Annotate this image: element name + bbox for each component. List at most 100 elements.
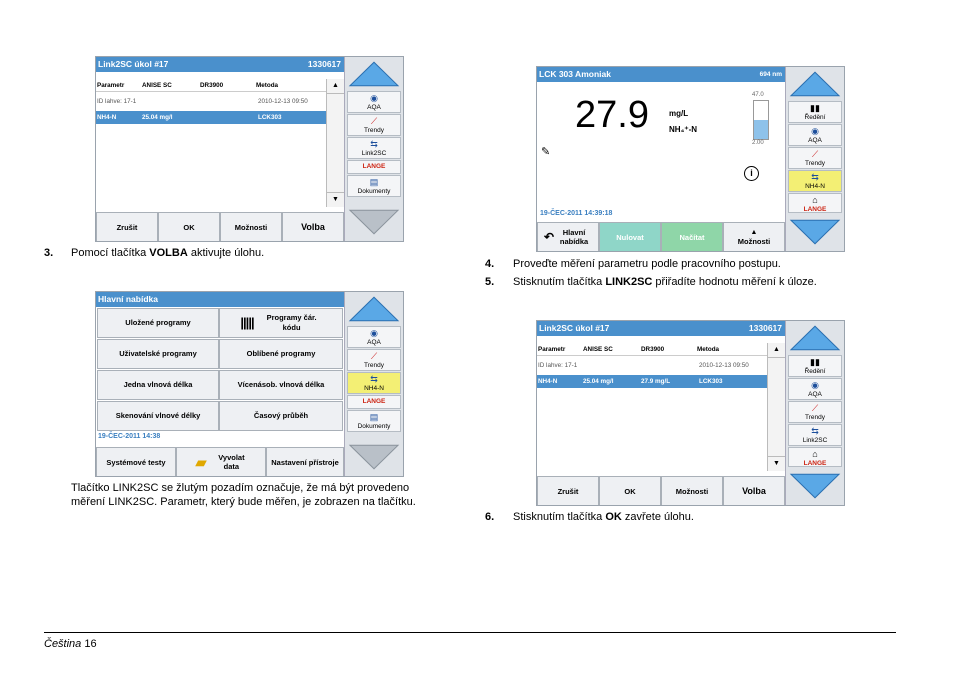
side-link2sc-button[interactable]: ⇆ NH4-N (347, 372, 401, 394)
nav-down-button[interactable] (347, 442, 401, 472)
ok-button[interactable]: OK (599, 476, 661, 505)
home-icon: ⌂ (812, 195, 818, 205)
level-fill (754, 120, 768, 139)
user-programs-button[interactable]: Uživatelské programy (97, 339, 219, 369)
arrow-up-icon (789, 325, 841, 351)
side-dilution-button[interactable]: ▮▮ Ředění (788, 355, 842, 377)
link-icon: ⇆ (370, 139, 378, 149)
arrow-down-icon (789, 473, 841, 499)
side-aqa-button[interactable]: ◉ AQA (788, 124, 842, 146)
side-link2sc-button[interactable]: ⇆ Link2SC (347, 137, 401, 159)
table-row-selected[interactable]: NH4-N 25.04 mg/l 27.9 mg/L LCK303 (537, 375, 767, 388)
favorite-programs-button[interactable]: Oblíbené programy (219, 339, 343, 369)
side-label: Dokumenty (357, 188, 391, 195)
nav-up-button[interactable] (788, 323, 842, 353)
nav-down-button[interactable] (347, 207, 401, 237)
back-arrow-icon: ↶ (543, 229, 555, 244)
side-aqa-button[interactable]: ◉ AQA (347, 326, 401, 348)
side-trends-button[interactable]: ⟋ Trendy (788, 401, 842, 423)
nav-up-button[interactable] (347, 294, 401, 324)
date-time: 19-ČEC-2011 14:39:18 (540, 210, 613, 217)
screen-title-bar: Link2SC úkol #17 1330617 (96, 57, 344, 72)
side-panel: ◉ AQA ⟋ Trendy ⇆ NH4-N LANGE ▤ Dokumenty (344, 292, 403, 476)
side-panel: ▮▮ Ředění ◉ AQA ⟋ Trendy ⇆ Link2SC ⌂ LANGE (785, 321, 844, 505)
options-button[interactable]: Možnosti (661, 476, 723, 505)
side-aqa-button[interactable]: ◉ AQA (347, 91, 401, 113)
col-header: Parametr (538, 346, 566, 353)
zero-button[interactable]: Nulovat (599, 222, 661, 251)
row-date: 2010-12-13 09:50 (258, 98, 308, 105)
side-label: Dokumenty (357, 423, 391, 430)
trend-chart-icon: ⟋ (370, 351, 378, 361)
side-label: Link2SC (361, 150, 387, 157)
select-button[interactable]: Volba (723, 476, 785, 505)
globe-icon: ◉ (811, 380, 819, 390)
options-button[interactable]: ▲ Možnosti (723, 222, 785, 251)
side-label: Trendy (364, 127, 384, 134)
side-link2sc-button[interactable]: ⇆ NH4-N (788, 170, 842, 192)
side-home-lange-button[interactable]: ⌂ LANGE (788, 447, 842, 467)
side-trends-button[interactable]: ⟋ Trendy (347, 349, 401, 371)
single-wavelength-button[interactable]: Jedna vlnová délka (97, 370, 219, 400)
side-link2sc-button[interactable]: ⇆ Link2SC (788, 424, 842, 446)
table-row[interactable]: ID lahve: 17-1 2010-12-13 09:50 (537, 359, 767, 372)
nav-down-button[interactable] (788, 471, 842, 501)
recall-data-button[interactable]: ▰ Vyvolat data (176, 447, 266, 476)
scroll-up-icon[interactable]: ▲ (768, 343, 785, 358)
nav-down-button[interactable] (788, 217, 842, 247)
side-lange-button[interactable]: LANGE (347, 395, 401, 409)
col-header: ANISE SC (142, 82, 172, 89)
screen-main-menu: Hlavní nabídka Uložené programy ||||| Pro… (95, 291, 404, 477)
step-number: 6. (485, 511, 495, 523)
scrollbar[interactable]: ▲ ▼ (767, 343, 785, 471)
barcode-icon: ||||| (240, 315, 254, 330)
col-header: Parametr (97, 82, 125, 89)
side-aqa-button[interactable]: ◉ AQA (788, 378, 842, 400)
step-text: Stisknutím tlačítka LINK2SC přiřadíte ho… (513, 276, 817, 288)
multi-wavelength-button[interactable]: Vícenásob. vlnová délka (219, 370, 343, 400)
time-course-button[interactable]: Časový průběh (219, 401, 343, 431)
page-number: 16 (84, 638, 97, 650)
globe-icon: ◉ (370, 93, 378, 103)
nav-up-button[interactable] (788, 69, 842, 99)
scroll-up-icon[interactable]: ▲ (327, 79, 344, 94)
cancel-button[interactable]: Zrušit (537, 476, 599, 505)
date-time: 19-ČEC-2011 14:38 (98, 433, 161, 440)
side-documents-button[interactable]: ▤ Dokumenty (347, 175, 401, 197)
cancel-button[interactable]: Zrušit (96, 212, 158, 241)
read-button[interactable]: Načítat (661, 222, 723, 251)
select-button[interactable]: Volba (282, 212, 344, 241)
options-button[interactable]: Možnosti (220, 212, 282, 241)
instrument-setup-button[interactable]: Nastavení přístroje (266, 447, 344, 476)
step-number: 3. (44, 247, 54, 259)
bottle-id: ID lahve: 17-1 (538, 362, 578, 369)
side-dilution-button[interactable]: ▮▮ Ředění (788, 101, 842, 123)
scroll-down-icon[interactable]: ▼ (327, 192, 344, 207)
measured-cell: 27.9 mg/L (641, 378, 671, 385)
globe-icon: ◉ (370, 328, 378, 338)
arrow-down-icon (348, 444, 400, 470)
side-documents-button[interactable]: ▤ Dokumenty (347, 410, 401, 432)
bottom-bar: ↶ Hlavní nabídka Nulovat Načítat ▲ Možnost… (537, 222, 785, 251)
trend-chart-icon: ⟋ (811, 403, 819, 413)
barcode-programs-button[interactable]: ||||| Programy čár. kódu (219, 308, 343, 338)
info-icon[interactable]: i (744, 166, 759, 181)
task-id: 1330617 (307, 59, 341, 69)
main-menu-button[interactable]: ↶ Hlavní nabídka (537, 222, 599, 251)
stored-programs-button[interactable]: Uložené programy (97, 308, 219, 338)
dilution-icon: ▮▮ (810, 357, 820, 367)
wavelength-scan-button[interactable]: Skenování vlnové délky (97, 401, 219, 431)
nav-up-button[interactable] (347, 59, 401, 89)
side-lange-button[interactable]: LANGE (347, 160, 401, 174)
side-home-lange-button[interactable]: ⌂ LANGE (788, 193, 842, 213)
side-trends-button[interactable]: ⟋ Trendy (347, 114, 401, 136)
side-trends-button[interactable]: ⟋ Trendy (788, 147, 842, 169)
table-row-selected[interactable]: NH4-N 25.04 mg/l LCK303 (96, 111, 326, 124)
ok-button[interactable]: OK (158, 212, 220, 241)
edit-note-icon[interactable]: ✎ (541, 145, 550, 158)
system-checks-button[interactable]: Systémové testy (96, 447, 176, 476)
table-row[interactable]: ID lahve: 17-1 2010-12-13 09:50 (96, 95, 326, 108)
scrollbar[interactable]: ▲ ▼ (326, 79, 344, 207)
side-label: NH4-N (805, 183, 825, 190)
scroll-down-icon[interactable]: ▼ (768, 456, 785, 471)
